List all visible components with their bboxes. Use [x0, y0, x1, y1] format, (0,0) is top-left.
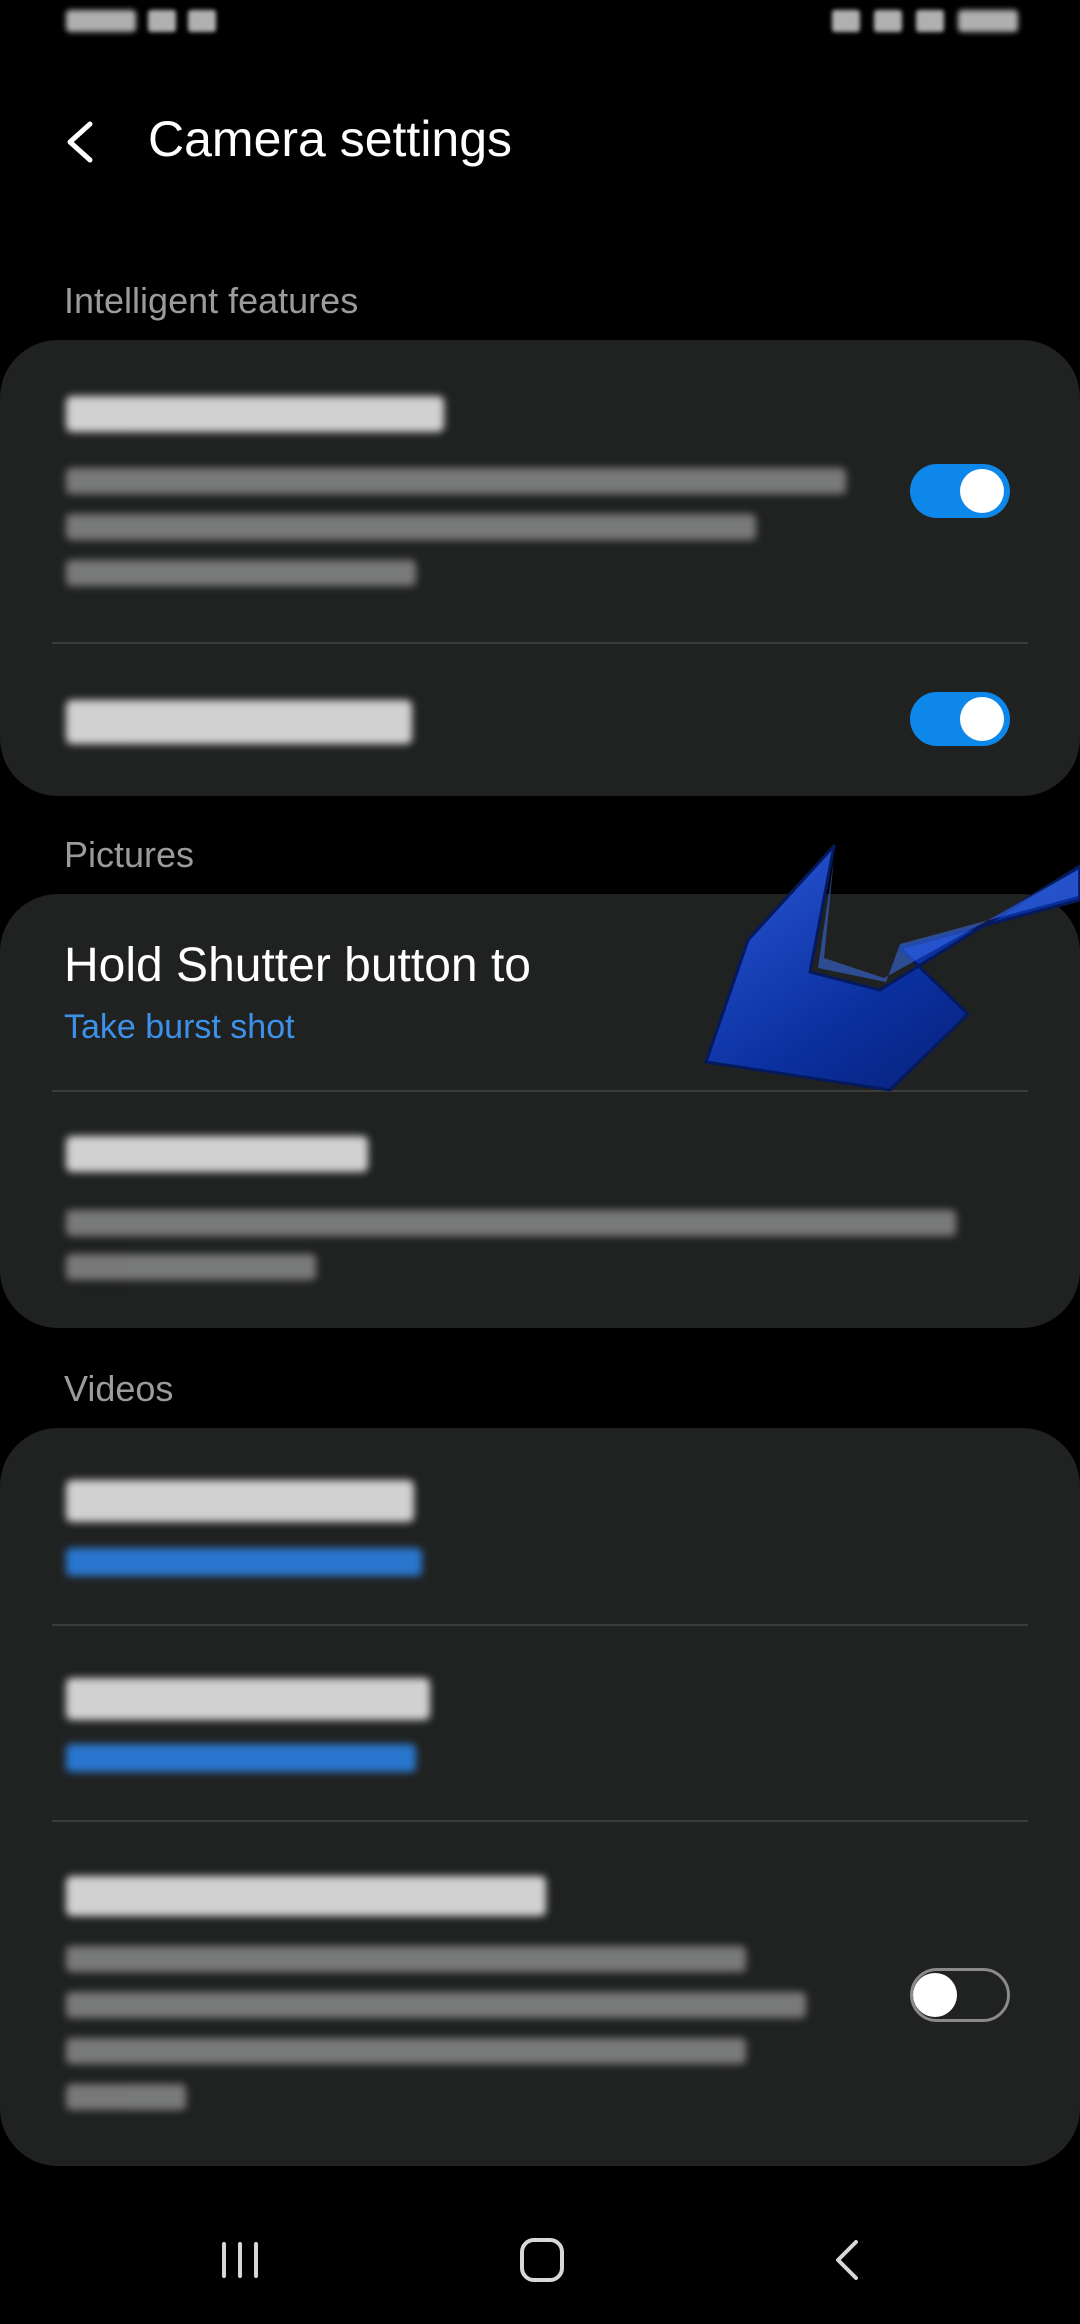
scene-optimizer-description — [66, 468, 846, 494]
high-efficiency-video-description — [66, 1946, 746, 1972]
home-button[interactable] — [502, 2230, 582, 2290]
home-icon — [520, 2238, 564, 2282]
section-label-intelligent: Intelligent features — [64, 280, 359, 321]
save-options-item[interactable] — [0, 1092, 1080, 1328]
back-button[interactable] — [52, 112, 112, 172]
recents-icon — [222, 2242, 258, 2278]
high-efficiency-video-toggle[interactable] — [910, 1968, 1010, 2022]
page-title: Camera settings — [148, 111, 513, 167]
section-label-videos: Videos — [64, 1368, 174, 1409]
scan-qr-item[interactable] — [0, 644, 1080, 796]
scan-qr-toggle[interactable] — [910, 692, 1010, 746]
hold-shutter-value: Take burst shot — [64, 1008, 295, 1046]
high-efficiency-video-title — [66, 1876, 546, 1916]
app-header: Camera settings — [0, 100, 1080, 180]
alarm-icon — [832, 10, 860, 32]
scene-optimizer-item[interactable] — [0, 340, 1080, 642]
toggle-knob — [913, 1973, 957, 2017]
hold-shutter-title: Hold Shutter button to — [64, 939, 531, 992]
save-options-description — [66, 1254, 316, 1280]
scan-qr-title — [66, 700, 412, 744]
chevron-left-icon — [67, 121, 93, 163]
status-bar-right — [832, 10, 1018, 32]
card-intelligent — [0, 340, 1080, 796]
status-time — [66, 10, 136, 32]
navigation-bar — [0, 2200, 1080, 2324]
front-video-size-item[interactable] — [0, 1626, 1080, 1820]
front-video-size-title — [66, 1678, 430, 1720]
rear-video-size-item[interactable] — [0, 1428, 1080, 1624]
wifi-icon — [874, 10, 902, 32]
signal-icon — [916, 10, 944, 32]
rear-video-size-value — [66, 1548, 422, 1576]
high-efficiency-video-description — [66, 1992, 806, 2018]
section-label-pictures: Pictures — [64, 834, 195, 875]
nav-back-icon — [836, 2240, 858, 2280]
status-bar — [0, 0, 1080, 60]
save-options-description — [66, 1210, 956, 1236]
annotation-arrow-icon — [704, 844, 1080, 1092]
toggle-knob — [960, 697, 1004, 741]
notification-icon — [148, 10, 176, 32]
high-efficiency-video-description — [66, 2084, 186, 2110]
front-video-size-value — [66, 1744, 416, 1772]
high-efficiency-video-item[interactable] — [0, 1822, 1080, 2166]
card-videos — [0, 1428, 1080, 2166]
scene-optimizer-title — [66, 396, 444, 432]
save-options-title — [66, 1136, 368, 1172]
scene-optimizer-toggle[interactable] — [910, 464, 1010, 518]
scene-optimizer-description — [66, 514, 756, 540]
battery-level — [958, 10, 1018, 32]
recents-button[interactable] — [200, 2230, 280, 2290]
status-bar-left — [66, 10, 216, 32]
notification-icon — [188, 10, 216, 32]
scene-optimizer-description — [66, 560, 416, 586]
high-efficiency-video-description — [66, 2038, 746, 2064]
toggle-knob — [960, 469, 1004, 513]
nav-back-button[interactable] — [806, 2230, 886, 2290]
rear-video-size-title — [66, 1480, 414, 1522]
